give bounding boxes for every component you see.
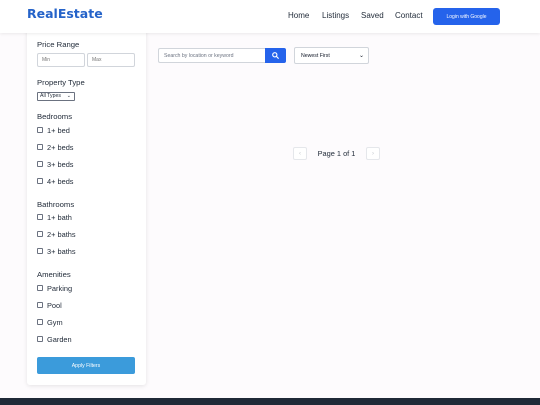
max-price-input[interactable] — [87, 53, 135, 67]
option-label: Garden — [47, 334, 72, 344]
prev-page-button[interactable]: ‹ — [293, 147, 307, 160]
sort-value: Newest First — [301, 52, 330, 59]
nav-link-home[interactable]: Home — [288, 11, 309, 20]
pagination: ‹ Page 1 of 1 › — [293, 147, 380, 160]
search-placeholder: Search by location or keyword — [164, 52, 234, 59]
checkbox[interactable] — [37, 285, 43, 291]
brand-logo[interactable]: RealEstate — [27, 6, 103, 21]
bathrooms-option-1[interactable]: 1+ bath — [37, 212, 72, 222]
amenities-heading: Amenities — [37, 270, 71, 279]
option-label: 3+ baths — [47, 246, 76, 256]
chevron-right-icon: › — [372, 150, 374, 157]
amenity-option-garden[interactable]: Garden — [37, 334, 72, 344]
checkbox[interactable] — [37, 336, 43, 342]
navbar: RealEstate Home Listings Saved Contact L… — [0, 0, 540, 33]
bathrooms-option-2[interactable]: 2+ baths — [37, 229, 76, 239]
checkbox[interactable] — [37, 178, 43, 184]
footer — [0, 398, 540, 405]
chevron-down-icon: ⌄ — [358, 53, 364, 59]
bedrooms-option-3[interactable]: 3+ beds — [37, 159, 74, 169]
chevron-left-icon: ‹ — [299, 150, 301, 157]
search-button[interactable] — [265, 48, 286, 63]
filters-sidebar: Price Range Property Type All Types ⌄ Be… — [27, 28, 146, 385]
nav-link-saved[interactable]: Saved — [361, 11, 384, 20]
nav-link-contact[interactable]: Contact — [395, 11, 423, 20]
option-label: 1+ bath — [47, 212, 72, 222]
next-page-button[interactable]: › — [366, 147, 380, 160]
option-label: 3+ beds — [47, 159, 74, 169]
bathrooms-option-3[interactable]: 3+ baths — [37, 246, 76, 256]
bedrooms-option-4[interactable]: 4+ beds — [37, 176, 74, 186]
checkbox[interactable] — [37, 214, 43, 220]
option-label: 2+ baths — [47, 229, 76, 239]
login-with-google-button[interactable]: Login with Google — [433, 8, 500, 25]
option-label: Pool — [47, 300, 62, 310]
bedrooms-option-1[interactable]: 1+ bed — [37, 125, 70, 135]
property-type-value: All Types — [40, 93, 61, 99]
checkbox[interactable] — [37, 161, 43, 167]
chevron-down-icon: ⌄ — [66, 93, 71, 99]
search-icon — [272, 52, 279, 59]
amenity-option-pool[interactable]: Pool — [37, 300, 62, 310]
amenity-option-parking[interactable]: Parking — [37, 283, 72, 293]
checkbox[interactable] — [37, 127, 43, 133]
sort-select[interactable]: Newest First ⌄ — [294, 47, 369, 64]
option-label: 1+ bed — [47, 125, 70, 135]
checkbox[interactable] — [37, 144, 43, 150]
amenity-option-gym[interactable]: Gym — [37, 317, 63, 327]
option-label: Gym — [47, 317, 63, 327]
option-label: 4+ beds — [47, 176, 74, 186]
nav-link-listings[interactable]: Listings — [322, 11, 349, 20]
property-type-select[interactable]: All Types ⌄ — [37, 92, 75, 101]
checkbox[interactable] — [37, 302, 43, 308]
option-label: 2+ beds — [47, 142, 74, 152]
checkbox[interactable] — [37, 319, 43, 325]
min-price-input[interactable] — [37, 53, 85, 67]
checkbox[interactable] — [37, 231, 43, 237]
page-indicator: Page 1 of 1 — [317, 149, 356, 158]
bathrooms-heading: Bathrooms — [37, 200, 75, 209]
checkbox[interactable] — [37, 248, 43, 254]
property-type-heading: Property Type — [37, 78, 85, 87]
price-range-heading: Price Range — [37, 40, 80, 49]
bedrooms-heading: Bedrooms — [37, 112, 73, 121]
search-input[interactable]: Search by location or keyword — [158, 48, 265, 63]
apply-filters-button[interactable]: Apply Filters — [37, 357, 135, 374]
bedrooms-option-2[interactable]: 2+ beds — [37, 142, 74, 152]
option-label: Parking — [47, 283, 73, 293]
